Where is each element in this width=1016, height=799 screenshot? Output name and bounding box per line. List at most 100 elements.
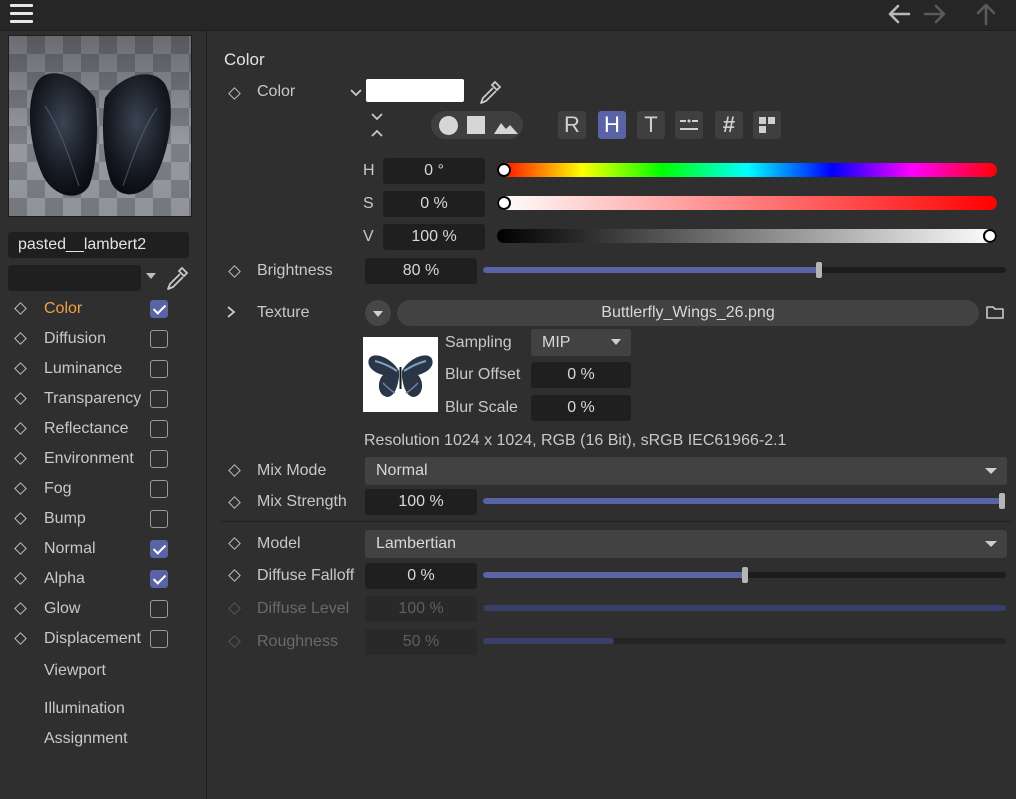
channel-row-glow[interactable]: Glow xyxy=(0,595,206,625)
color-swatch[interactable] xyxy=(366,79,464,102)
channel-checkbox[interactable] xyxy=(150,330,168,348)
channel-keyframe-icon[interactable] xyxy=(14,422,27,435)
mix-strength-slider-knob[interactable] xyxy=(999,493,1005,509)
channel-checkbox[interactable] xyxy=(150,480,168,498)
channel-label[interactable]: Alpha xyxy=(44,570,85,588)
value-value-field[interactable]: 100 % xyxy=(383,224,485,250)
channel-keyframe-icon[interactable] xyxy=(14,302,27,315)
texture-file-field[interactable]: Buttlerfly_Wings_26.png xyxy=(397,300,979,326)
channel-checkbox[interactable] xyxy=(150,510,168,528)
channel-label[interactable]: Diffusion xyxy=(44,330,106,348)
spectrum-shape-icon[interactable] xyxy=(493,117,519,135)
channel-label[interactable]: Fog xyxy=(44,480,72,498)
blur-offset-field[interactable]: 0 % xyxy=(531,362,631,388)
model-dropdown[interactable]: Lambertian xyxy=(365,530,1007,558)
diffuse-falloff-slider[interactable] xyxy=(483,567,1006,583)
channel-checkbox[interactable] xyxy=(150,570,168,588)
channel-keyframe-icon[interactable] xyxy=(14,542,27,555)
layer-field[interactable] xyxy=(8,265,141,291)
channel-keyframe-icon[interactable] xyxy=(14,452,27,465)
channel-label[interactable]: Displacement xyxy=(44,630,141,648)
channel-row-normal[interactable]: Normal xyxy=(0,535,206,565)
assignment-item[interactable]: Assignment xyxy=(44,730,128,748)
illumination-item[interactable]: Illumination xyxy=(44,700,125,718)
hue-slider-knob[interactable] xyxy=(497,163,511,177)
channel-row-reflectance[interactable]: Reflectance xyxy=(0,415,206,445)
hamburger-menu-icon[interactable] xyxy=(10,3,34,25)
saturation-slider-knob[interactable] xyxy=(497,196,511,210)
channel-row-luminance[interactable]: Luminance xyxy=(0,355,206,385)
saturation-slider[interactable] xyxy=(497,196,997,210)
channel-checkbox[interactable] xyxy=(150,540,168,558)
channel-row-diffusion[interactable]: Diffusion xyxy=(0,325,206,355)
channel-checkbox[interactable] xyxy=(150,420,168,438)
eyedropper-icon[interactable] xyxy=(164,265,190,291)
mix-strength-keyframe-icon[interactable] xyxy=(228,496,241,509)
hue-slider[interactable] xyxy=(497,163,997,177)
channel-row-environment[interactable]: Environment xyxy=(0,445,206,475)
texture-expand-chevron-icon[interactable] xyxy=(225,305,237,319)
channel-keyframe-icon[interactable] xyxy=(14,392,27,405)
mix-strength-slider[interactable] xyxy=(483,493,1005,509)
texture-thumbnail[interactable] xyxy=(363,337,438,412)
channel-keyframe-icon[interactable] xyxy=(14,512,27,525)
value-slider[interactable] xyxy=(497,229,997,243)
color-eyedropper-icon[interactable] xyxy=(477,79,503,105)
channel-row-bump[interactable]: Bump xyxy=(0,505,206,535)
hex-mode-button[interactable]: # xyxy=(715,111,743,139)
brightness-slider[interactable] xyxy=(483,262,1006,278)
channel-checkbox[interactable] xyxy=(150,360,168,378)
color-keyframe-icon[interactable] xyxy=(228,87,241,100)
channel-checkbox[interactable] xyxy=(150,450,168,468)
channel-row-fog[interactable]: Fog xyxy=(0,475,206,505)
channel-row-alpha[interactable]: Alpha xyxy=(0,565,206,595)
channel-keyframe-icon[interactable] xyxy=(14,572,27,585)
kelvin-mode-button[interactable] xyxy=(675,111,703,139)
channel-keyframe-icon[interactable] xyxy=(14,332,27,345)
layer-dropdown-caret-icon[interactable] xyxy=(146,273,156,279)
diffuse-falloff-keyframe-icon[interactable] xyxy=(228,569,241,582)
value-slider-knob[interactable] xyxy=(983,229,997,243)
hsv-mode-button[interactable]: H xyxy=(598,111,626,139)
channel-row-color[interactable]: Color xyxy=(0,295,206,325)
channel-label[interactable]: Reflectance xyxy=(44,420,129,438)
wheel-shape-icon[interactable] xyxy=(439,116,458,135)
brightness-slider-knob[interactable] xyxy=(816,262,822,278)
viewport-item[interactable]: Viewport xyxy=(44,662,106,680)
swatches-mode-button[interactable] xyxy=(753,111,781,139)
sampling-dropdown[interactable]: MIP xyxy=(531,329,631,356)
channel-keyframe-icon[interactable] xyxy=(14,632,27,645)
hue-value-field[interactable]: 0 ° xyxy=(383,158,485,184)
brightness-keyframe-icon[interactable] xyxy=(228,265,241,278)
channel-checkbox[interactable] xyxy=(150,630,168,648)
channel-keyframe-icon[interactable] xyxy=(14,362,27,375)
texture-options-button[interactable] xyxy=(365,300,391,326)
channel-checkbox[interactable] xyxy=(150,390,168,408)
blur-scale-field[interactable]: 0 % xyxy=(531,395,631,421)
channel-label[interactable]: Normal xyxy=(44,540,96,558)
mix-mode-keyframe-icon[interactable] xyxy=(228,464,241,477)
channel-row-displacement[interactable]: Displacement xyxy=(0,625,206,655)
channel-label[interactable]: Transparency xyxy=(44,390,141,408)
color-expand-chevron-icon[interactable] xyxy=(349,87,363,99)
channel-label[interactable]: Glow xyxy=(44,600,80,618)
forward-arrow-icon[interactable] xyxy=(921,1,949,27)
channel-checkbox[interactable] xyxy=(150,600,168,618)
mix-mode-dropdown[interactable]: Normal xyxy=(365,457,1007,485)
model-keyframe-icon[interactable] xyxy=(228,537,241,550)
temperature-mode-button[interactable]: T xyxy=(637,111,665,139)
brightness-value-field[interactable]: 80 % xyxy=(365,258,477,284)
channel-label[interactable]: Color xyxy=(44,300,82,318)
channel-row-transparency[interactable]: Transparency xyxy=(0,385,206,415)
channel-checkbox[interactable] xyxy=(150,300,168,318)
diffuse-falloff-slider-knob[interactable] xyxy=(741,567,748,583)
channel-keyframe-icon[interactable] xyxy=(14,482,27,495)
channel-label[interactable]: Bump xyxy=(44,510,86,528)
material-name-field[interactable]: pasted__lambert2 xyxy=(8,232,189,258)
collapse-toggle-icon[interactable] xyxy=(369,111,385,139)
channel-keyframe-icon[interactable] xyxy=(14,602,27,615)
back-arrow-icon[interactable] xyxy=(885,1,913,27)
folder-icon[interactable] xyxy=(985,303,1005,321)
channel-label[interactable]: Luminance xyxy=(44,360,122,378)
mix-strength-value-field[interactable]: 100 % xyxy=(365,489,477,515)
